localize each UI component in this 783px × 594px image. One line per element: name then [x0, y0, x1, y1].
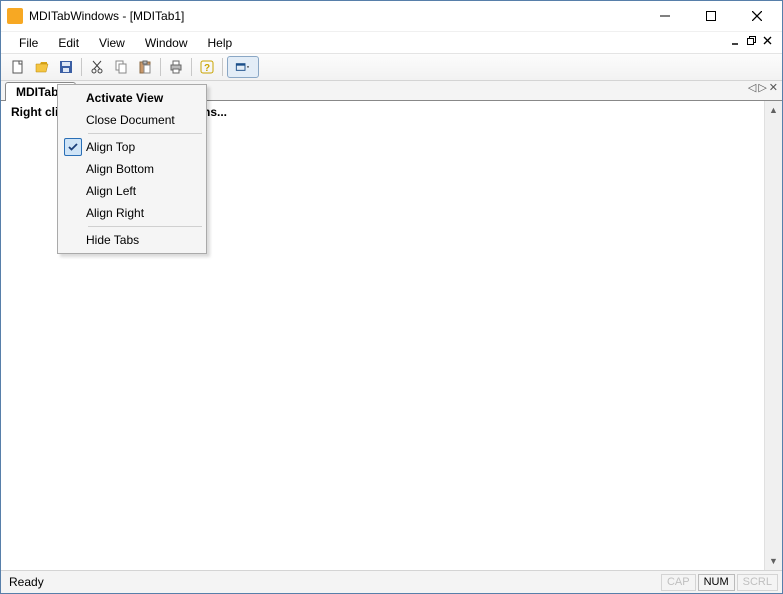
- toolbar: ?: [1, 53, 782, 81]
- tab-prev-icon[interactable]: ◁: [748, 83, 756, 94]
- toolbar-separator: [81, 58, 82, 76]
- toolbar-separator: [191, 58, 192, 76]
- minimize-button[interactable]: [642, 1, 688, 31]
- check-icon: [64, 138, 82, 156]
- ctx-close-document[interactable]: Close Document: [60, 109, 204, 131]
- open-icon[interactable]: [31, 56, 53, 78]
- tabs-dropdown-button[interactable]: [227, 56, 259, 78]
- menu-window[interactable]: Window: [135, 34, 198, 52]
- help-icon[interactable]: ?: [196, 56, 218, 78]
- status-scroll: SCRL: [737, 574, 778, 591]
- copy-icon[interactable]: [110, 56, 132, 78]
- tab-close-icon[interactable]: ✕: [769, 83, 778, 94]
- ctx-label: Align Right: [86, 206, 144, 220]
- close-button[interactable]: [734, 1, 780, 31]
- print-icon[interactable]: [165, 56, 187, 78]
- ctx-gutter: [60, 138, 86, 156]
- window-controls: [642, 1, 780, 31]
- ctx-align-bottom[interactable]: Align Bottom: [60, 158, 204, 180]
- app-icon: [7, 8, 23, 24]
- svg-text:?: ?: [204, 63, 210, 74]
- toolbar-separator: [222, 58, 223, 76]
- title-bar: MDITabWindows - [MDITab1]: [1, 1, 782, 31]
- status-caps: CAP: [661, 574, 696, 591]
- save-icon[interactable]: [55, 56, 77, 78]
- menu-bar: File Edit View Window Help: [1, 31, 782, 53]
- window-title: MDITabWindows - [MDITab1]: [29, 9, 642, 23]
- status-ready: Ready: [9, 575, 44, 589]
- ctx-label: Align Bottom: [86, 162, 154, 176]
- ctx-label: Activate View: [86, 91, 163, 105]
- mdi-close-button[interactable]: [760, 34, 776, 48]
- new-icon[interactable]: [7, 56, 29, 78]
- status-num: NUM: [698, 574, 735, 591]
- menu-file[interactable]: File: [9, 34, 48, 52]
- status-bar: Ready CAP NUM SCRL: [1, 571, 782, 593]
- cut-icon[interactable]: [86, 56, 108, 78]
- menu-view[interactable]: View: [89, 34, 135, 52]
- ctx-align-right[interactable]: Align Right: [60, 202, 204, 224]
- ctx-label: Hide Tabs: [86, 233, 139, 247]
- tab-context-menu: Activate View Close Document Align Top A…: [57, 84, 207, 254]
- mdi-minimize-button[interactable]: [728, 34, 744, 48]
- ctx-label: Align Top: [86, 140, 135, 154]
- mdi-window-controls: [728, 34, 776, 48]
- tab-next-icon[interactable]: ▷: [758, 83, 766, 94]
- ctx-separator: [88, 133, 202, 134]
- ctx-activate-view[interactable]: Activate View: [60, 87, 204, 109]
- ctx-label: Close Document: [86, 113, 175, 127]
- mdi-restore-button[interactable]: [744, 34, 760, 48]
- ctx-align-left[interactable]: Align Left: [60, 180, 204, 202]
- tab-strip-controls: ◁ ▷ ✕: [748, 83, 778, 94]
- ctx-hide-tabs[interactable]: Hide Tabs: [60, 229, 204, 251]
- toolbar-separator: [160, 58, 161, 76]
- ctx-align-top[interactable]: Align Top: [60, 136, 204, 158]
- menu-edit[interactable]: Edit: [48, 34, 89, 52]
- ctx-label: Align Left: [86, 184, 136, 198]
- scroll-up-icon[interactable]: ▲: [765, 101, 782, 119]
- vertical-scrollbar[interactable]: ▲ ▼: [764, 101, 782, 570]
- scroll-down-icon[interactable]: ▼: [765, 552, 782, 570]
- menu-help[interactable]: Help: [198, 34, 243, 52]
- maximize-button[interactable]: [688, 1, 734, 31]
- ctx-separator: [88, 226, 202, 227]
- paste-icon[interactable]: [134, 56, 156, 78]
